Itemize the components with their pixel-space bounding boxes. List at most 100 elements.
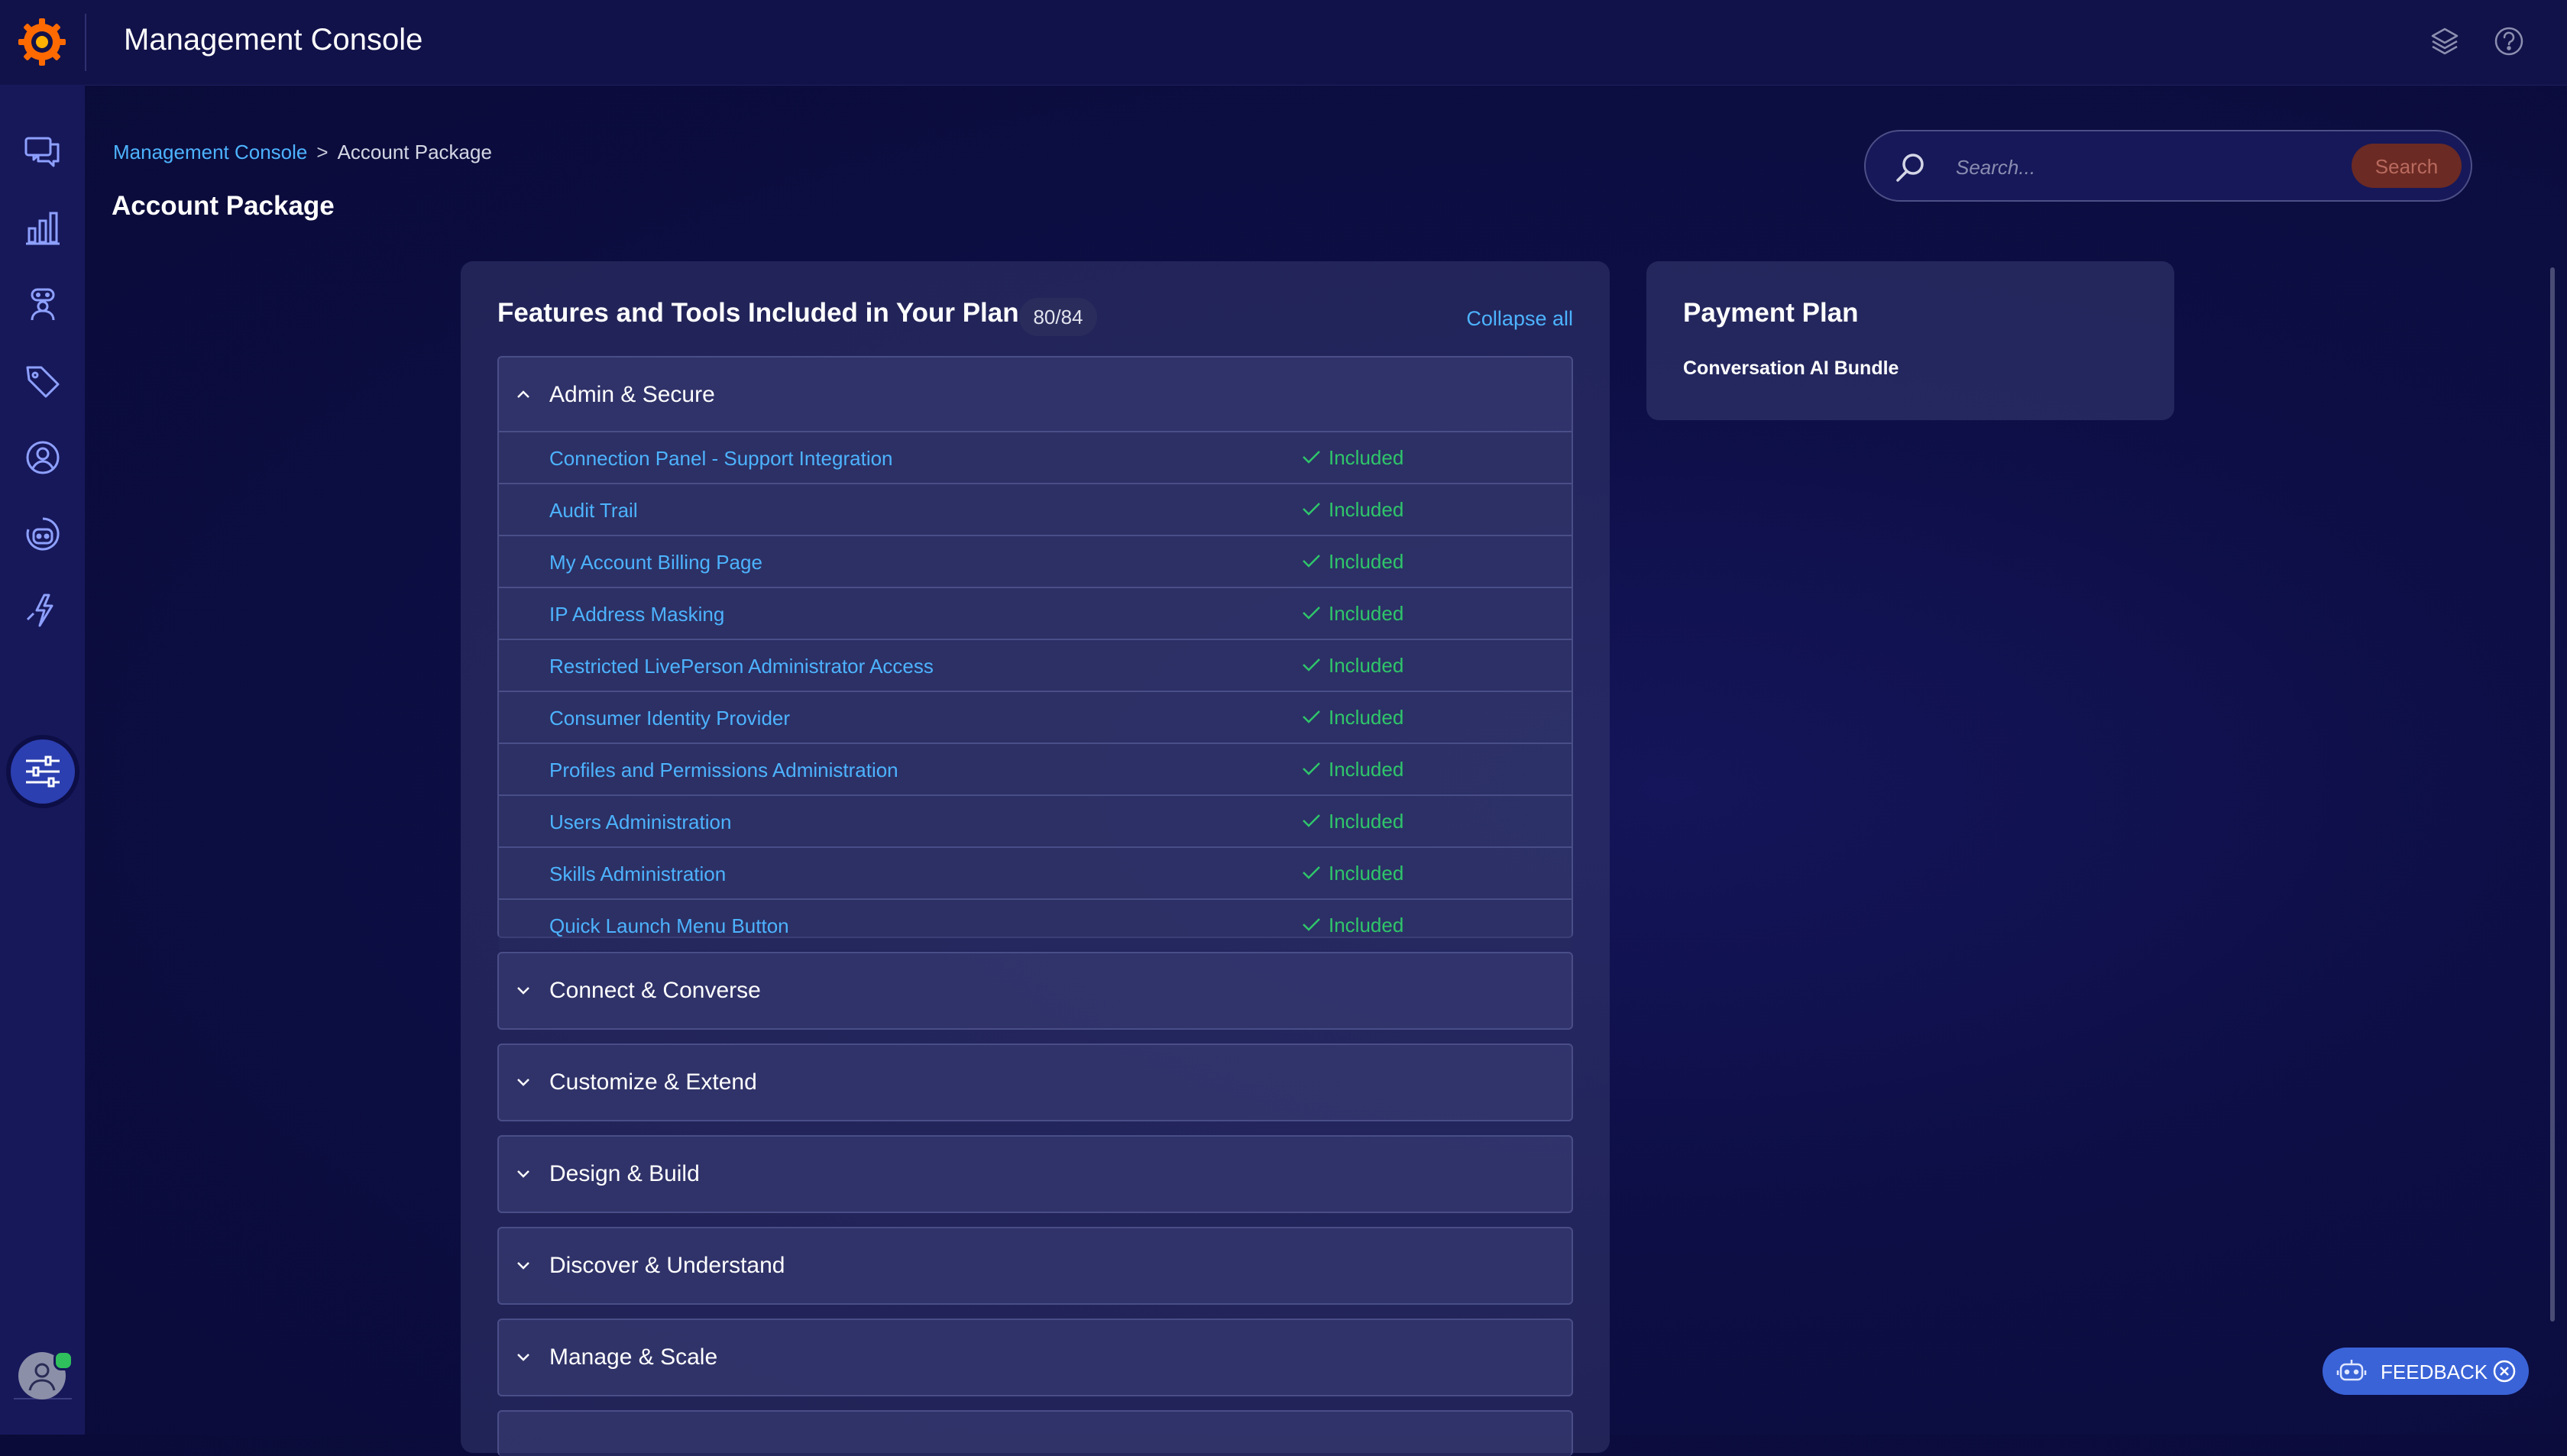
automation-icon[interactable] [21,589,64,632]
check-icon [1303,607,1320,620]
feature-row: Skills Administration Included [499,846,1572,898]
accordion-header[interactable]: Manage & Scale [499,1320,1572,1393]
chevron-up-icon [517,390,529,398]
feature-status: Included [1329,550,1404,573]
breadcrumb-root-link[interactable]: Management Console [113,141,307,163]
feature-status: Included [1329,758,1404,781]
check-icon [1303,762,1320,775]
features-panel: Features and Tools Included in Your Plan… [461,261,1610,1456]
online-status-icon [53,1351,73,1370]
feature-row: Restricted LivePerson Administrator Acce… [499,639,1572,691]
feature-link[interactable]: My Account Billing Page [549,551,762,574]
search-button[interactable]: Search [2352,144,2462,188]
feature-row: IP Address Masking Included [499,587,1572,639]
feature-status: Included [1329,810,1404,833]
chevron-down-icon [517,1170,529,1178]
feature-status: Included [1329,602,1404,625]
chevron-down-icon [517,1079,529,1086]
check-icon [1303,814,1320,827]
accordion-customize-extend[interactable]: Customize & Extend [497,1043,1573,1121]
feature-link[interactable]: Skills Administration [549,862,726,886]
accordion-label: Connect & Converse [549,978,761,1003]
feature-row: Consumer Identity Provider Included [499,691,1572,743]
check-icon [1303,710,1320,723]
chevron-down-icon [517,1354,529,1361]
breadcrumb: Management Console > Account Package [113,141,492,164]
features-title: Features and Tools Included in Your Plan [497,298,1019,328]
feedback-bot-icon [2336,1360,2367,1381]
search-input[interactable] [1954,148,2370,186]
feature-link[interactable]: Consumer Identity Provider [549,707,790,730]
accordion-header[interactable]: Discover & Understand [499,1228,1572,1302]
feature-link[interactable]: Users Administration [549,811,731,834]
accordion-next-partial[interactable] [497,1410,1573,1456]
accordion-header[interactable]: Connect & Converse [499,953,1572,1027]
help-icon[interactable] [2492,24,2526,58]
top-divider [85,14,86,71]
accordion-header[interactable]: Design & Build [499,1137,1572,1210]
feature-status: Included [1329,862,1404,885]
chevron-down-icon [517,987,529,995]
feature-row: My Account Billing Page Included [499,535,1572,587]
check-icon [1303,451,1320,464]
feature-status: Included [1329,706,1404,729]
accordion-admin-secure: Admin & Secure Connection Panel - Suppor… [497,356,1573,950]
check-icon [1303,658,1320,671]
feature-link[interactable]: Restricted LivePerson Administrator Acce… [549,655,934,678]
settings-sliders-icon [26,756,60,788]
tag-icon[interactable] [21,360,64,403]
top-bar: Management Console [0,0,2567,86]
page-title: Account Package [112,191,335,221]
conversations-icon[interactable] [21,131,64,173]
feature-row: Users Administration Included [499,794,1572,846]
close-icon[interactable] [2492,1359,2517,1383]
payment-plan-card: Payment Plan Conversation AI Bundle [1646,261,2174,420]
bot-icon[interactable] [21,513,64,555]
check-icon [1303,503,1320,516]
accordion-discover-understand[interactable]: Discover & Understand [497,1227,1573,1305]
accordion-header[interactable]: Customize & Extend [499,1045,1572,1118]
feature-row: Audit Trail Included [499,483,1572,535]
accordion-label: Admin & Secure [549,382,715,407]
app-title: Management Console [124,23,423,57]
feature-status: Included [1329,446,1404,469]
layers-icon[interactable] [2428,24,2462,58]
accordion-label: Customize & Extend [549,1069,757,1095]
feature-status: Included [1329,498,1404,521]
collapse-all-link[interactable]: Collapse all [1466,307,1573,331]
feature-link[interactable]: Profiles and Permissions Administration [549,759,898,782]
features-count-badge: 80/84 [1019,298,1097,336]
feedback-label: FEEDBACK [2381,1361,2488,1383]
check-icon [1303,866,1320,879]
sidebar-item-settings-active[interactable] [11,739,75,804]
feature-link[interactable]: Audit Trail [549,499,638,523]
feedback-button[interactable]: FEEDBACK [2323,1348,2529,1395]
feature-link[interactable]: Connection Panel - Support Integration [549,447,893,471]
feature-row: Quick Launch Menu Button Included [499,898,1572,950]
feature-status: Included [1329,914,1404,937]
analytics-icon[interactable] [21,207,64,250]
accordion-label: Manage & Scale [549,1344,718,1370]
breadcrumb-separator: > [316,141,329,163]
agent-icon[interactable] [21,283,64,326]
payment-plan-name: Conversation AI Bundle [1683,358,1899,379]
feature-status: Included [1329,654,1404,677]
payment-plan-title: Payment Plan [1683,298,1859,328]
user-profile-icon[interactable] [21,436,64,479]
search-box: Search [1864,130,2472,202]
feature-link[interactable]: Quick Launch Menu Button [549,914,789,938]
feature-row: Profiles and Permissions Administration … [499,743,1572,794]
check-icon [1303,555,1320,568]
feature-link[interactable]: IP Address Masking [549,603,724,626]
accordion-manage-scale[interactable]: Manage & Scale [497,1318,1573,1396]
liveperson-logo-icon[interactable] [17,17,67,67]
accordion-header-admin-secure[interactable]: Admin & Secure [499,358,1572,431]
accordion-label: Discover & Understand [549,1253,785,1278]
accordion-design-build[interactable]: Design & Build [497,1135,1573,1213]
accordion-connect-converse[interactable]: Connect & Converse [497,952,1573,1030]
chevron-down-icon [517,1262,529,1270]
page-scrollbar[interactable] [2550,267,2555,1322]
search-icon [1896,154,1924,182]
accordion-label: Design & Build [549,1161,700,1186]
breadcrumb-current: Account Package [337,141,492,163]
